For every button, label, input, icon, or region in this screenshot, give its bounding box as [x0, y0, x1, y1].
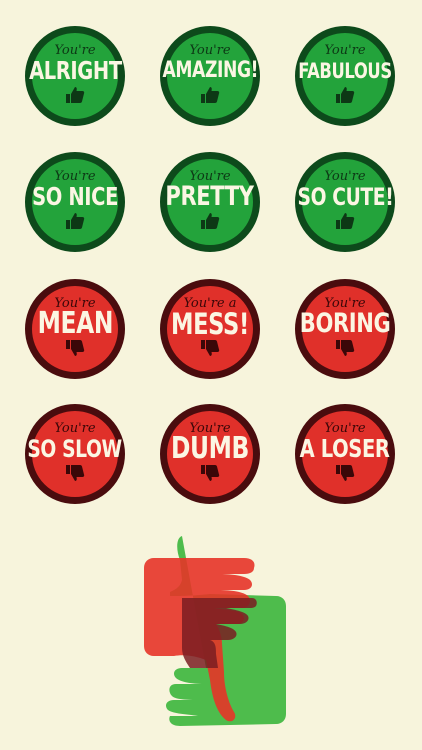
thumbs-up-icon [336, 87, 355, 103]
badge-alright[interactable]: You're ALRIGHT [25, 26, 125, 126]
badge-word: PRETTY [165, 181, 255, 212]
badge-word: DUMB [171, 431, 250, 466]
badge-prefix: You're [324, 169, 366, 184]
thumbs-up-icon [201, 213, 220, 229]
badge-prefix: You're [189, 43, 231, 58]
badge-word: ALRIGHT [28, 56, 122, 85]
badge-prefix: You're [324, 43, 366, 58]
thumbs-up-icon [336, 213, 355, 229]
thumbs-up-icon [66, 213, 85, 229]
badge-dumb[interactable]: You're DUMB [160, 404, 260, 504]
badge-boring[interactable]: You're BORING [295, 279, 395, 379]
badge-fabulous[interactable]: You're FABULOUS [295, 26, 395, 126]
badge-word: MESS! [171, 307, 249, 341]
badge-word: BORING [299, 308, 391, 339]
thumbs-down-icon [201, 465, 220, 481]
thumbs-down-icon [66, 465, 85, 481]
badge-amazing[interactable]: You're AMAZING! [160, 26, 260, 126]
badge-word: AMAZING! [162, 58, 258, 83]
badge-word: MEAN [37, 306, 113, 341]
badge-so-nice[interactable]: You're SO NICE [25, 152, 125, 252]
badge-so-cute[interactable]: You're SO CUTE! [295, 152, 395, 252]
badge-so-slow[interactable]: You're SO SLOW [25, 404, 125, 504]
badge-word: FABULOUS [298, 59, 392, 83]
thumbs-logo-icon [144, 536, 286, 726]
thumbs-down-icon [336, 465, 355, 481]
thumbs-down-icon [336, 340, 355, 356]
badge-word: A LOSER [300, 434, 390, 463]
badge-word: SO NICE [32, 182, 118, 211]
thumbs-down-icon [201, 340, 220, 356]
thumbs-down-icon [66, 340, 85, 356]
badge-a-loser[interactable]: You're A LOSER [295, 404, 395, 504]
badge-pretty[interactable]: You're PRETTY [160, 152, 260, 252]
badge-prefix: You're [54, 421, 96, 436]
thumbs-up-icon [66, 87, 85, 103]
badge-mean[interactable]: You're MEAN [25, 279, 125, 379]
badge-mess[interactable]: You're a MESS! [160, 279, 260, 379]
badge-word: SO SLOW [27, 435, 123, 463]
badge-word: SO CUTE! [297, 183, 393, 211]
thumbs-up-icon [201, 87, 220, 103]
